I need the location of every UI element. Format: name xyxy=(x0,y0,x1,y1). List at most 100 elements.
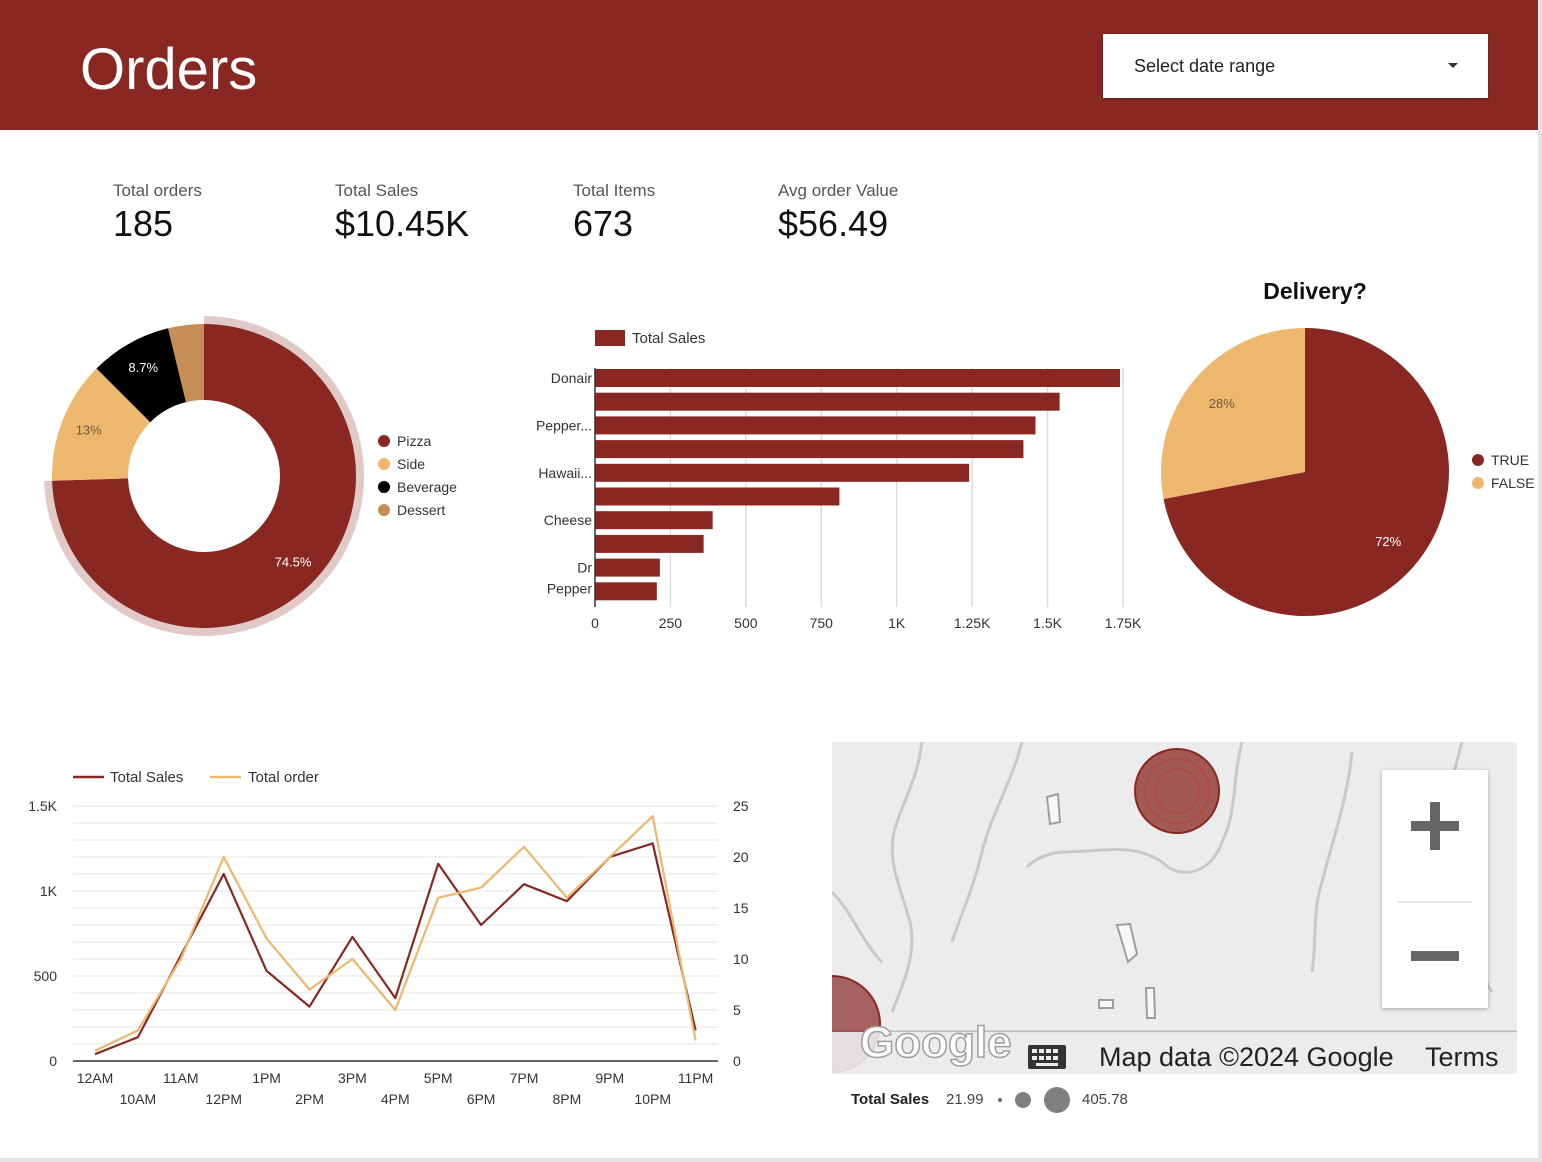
y-right-tick-label: 15 xyxy=(733,900,749,916)
pie-slice-false xyxy=(1161,328,1305,499)
legend-label-pizza: Pizza xyxy=(397,433,431,449)
map-zoom-controls xyxy=(1382,770,1488,1008)
date-range-dropdown[interactable]: Select date range xyxy=(1103,34,1488,98)
legend-swatch-pizza xyxy=(378,435,390,447)
x-tick-label: 7PM xyxy=(510,1070,539,1086)
bar xyxy=(595,534,704,553)
x-tick-label: 6PM xyxy=(467,1091,496,1107)
x-tick-label: 500 xyxy=(734,615,758,631)
donut-value-label: 8.7% xyxy=(128,360,158,375)
y-right-tick-label: 25 xyxy=(733,798,749,814)
hourly-line-chart: 0 500 1K 1.5K 0 5 10 15 20 25 12AM 10AM 11AM 12PM 1PM 2… xyxy=(28,769,749,1107)
legend-label-total-order: Total order xyxy=(248,769,319,786)
minus-icon xyxy=(1411,951,1459,961)
y-left-tick-label: 1.5K xyxy=(28,798,57,814)
legend-swatch-beverage xyxy=(378,481,390,493)
map-land-shape xyxy=(1098,999,1114,1009)
legend-label-total-sales: Total Sales xyxy=(632,330,705,347)
chart-title: Delivery? xyxy=(1263,278,1367,304)
kpi-label: Total Sales xyxy=(335,181,419,200)
y-right-tick-label: 20 xyxy=(733,849,749,865)
zoom-in-button[interactable] xyxy=(1382,770,1488,900)
legend-label-dessert: Dessert xyxy=(397,502,445,518)
map-terms-link[interactable]: Terms xyxy=(1425,1042,1499,1073)
x-tick-label: 750 xyxy=(810,615,834,631)
bar xyxy=(595,440,1024,459)
bar xyxy=(595,416,1036,435)
kpi-label: Total orders xyxy=(113,181,202,200)
y-category-label: Dr xyxy=(577,560,592,576)
dropdown-arrow-icon xyxy=(1448,63,1458,68)
legend-bubble-small xyxy=(998,1098,1002,1102)
legend-swatch-dessert xyxy=(378,504,390,516)
kpi-avg-order-value: Avg order Value $56.49 xyxy=(778,180,898,246)
x-tick-label: 5PM xyxy=(424,1070,453,1086)
x-tick-label: 2PM xyxy=(295,1091,324,1107)
bar xyxy=(595,487,840,506)
map-land-shape xyxy=(1144,987,1157,1019)
y-category-label: Cheese xyxy=(544,512,592,528)
legend-swatch-false xyxy=(1472,477,1484,489)
legend-label-beverage: Beverage xyxy=(397,479,457,495)
y-category-label: Pepper xyxy=(547,581,592,597)
zoom-out-button[interactable] xyxy=(1382,904,1488,1008)
x-tick-label: 10PM xyxy=(634,1091,671,1107)
x-tick-label: 12AM xyxy=(77,1070,114,1086)
x-tick-label: 1PM xyxy=(252,1070,281,1086)
item-sales-bar-chart: 0 250 500 750 1K 1.25K 1.5K 1.75K Donair Pepper..… xyxy=(536,330,1142,631)
x-tick-label: 250 xyxy=(659,615,683,631)
x-tick-label: 11AM xyxy=(163,1070,199,1086)
y-left-tick-label: 1K xyxy=(40,883,58,899)
bar xyxy=(595,463,970,482)
x-tick-label: 12PM xyxy=(205,1091,242,1107)
legend-label-side: Side xyxy=(397,456,425,472)
map-legend-min: 21.99 xyxy=(946,1091,984,1108)
x-tick-label: 3PM xyxy=(338,1070,367,1086)
y-category-label: Pepper... xyxy=(536,417,592,433)
map-bubble-large xyxy=(1134,748,1220,834)
series-line-total-order xyxy=(94,815,697,1052)
date-range-label: Select date range xyxy=(1134,56,1276,76)
kpi-total-orders: Total orders 185 xyxy=(113,180,202,246)
x-tick-label: 10AM xyxy=(120,1091,157,1107)
y-right-tick-label: 10 xyxy=(733,951,749,967)
y-right-tick-label: 0 xyxy=(733,1053,741,1069)
x-tick-label: 1.25K xyxy=(954,615,991,631)
legend-swatch-true xyxy=(1472,454,1484,466)
category-donut-chart: 74.5% 13% 8.7% Pizza Side Beverage Dessert xyxy=(44,316,457,636)
map-land-shape xyxy=(1045,792,1062,826)
bar xyxy=(595,511,713,530)
x-tick-label: 8PM xyxy=(553,1091,582,1107)
donut-value-label: 74.5% xyxy=(275,554,312,569)
kpi-total-items: Total Items 673 xyxy=(573,180,655,246)
kpi-label: Avg order Value xyxy=(778,181,899,200)
map-legend-label: Total Sales xyxy=(851,1091,930,1108)
pie-value-label: 72% xyxy=(1375,534,1401,549)
page-title: Orders xyxy=(80,37,258,102)
y-category-label: Hawaii... xyxy=(538,465,592,481)
legend-label-total-sales: Total Sales xyxy=(110,769,183,786)
x-tick-label: 1K xyxy=(888,615,906,631)
x-tick-label: 0 xyxy=(591,615,599,631)
y-right-tick-label: 5 xyxy=(733,1002,741,1018)
google-logo: Google xyxy=(860,1018,1012,1067)
donut-value-label: 13% xyxy=(76,422,102,437)
x-tick-label: 1.75K xyxy=(1105,615,1142,631)
bar xyxy=(595,582,657,601)
bar xyxy=(595,392,1060,411)
sales-bubble-map[interactable]: Google Map data ©2024 Google Terms xyxy=(832,742,1517,1074)
legend-swatch-total-sales xyxy=(595,330,625,346)
x-tick-label: 9PM xyxy=(595,1070,624,1086)
kpi-total-sales: Total Sales $10.45K xyxy=(335,180,469,246)
x-tick-label: 4PM xyxy=(381,1091,410,1107)
keyboard-icon xyxy=(1028,1045,1066,1069)
map-legend-max: 405.78 xyxy=(1082,1091,1128,1108)
kpi-value: 185 xyxy=(113,203,174,244)
pie-value-label: 28% xyxy=(1209,396,1235,411)
kpi-label: Total Items xyxy=(573,181,656,200)
legend-swatch-side xyxy=(378,458,390,470)
y-left-tick-label: 0 xyxy=(49,1053,57,1069)
map-attribution: Map data ©2024 Google xyxy=(1099,1042,1394,1072)
kpi-value: $10.45K xyxy=(335,203,470,244)
bar xyxy=(595,369,1120,387)
